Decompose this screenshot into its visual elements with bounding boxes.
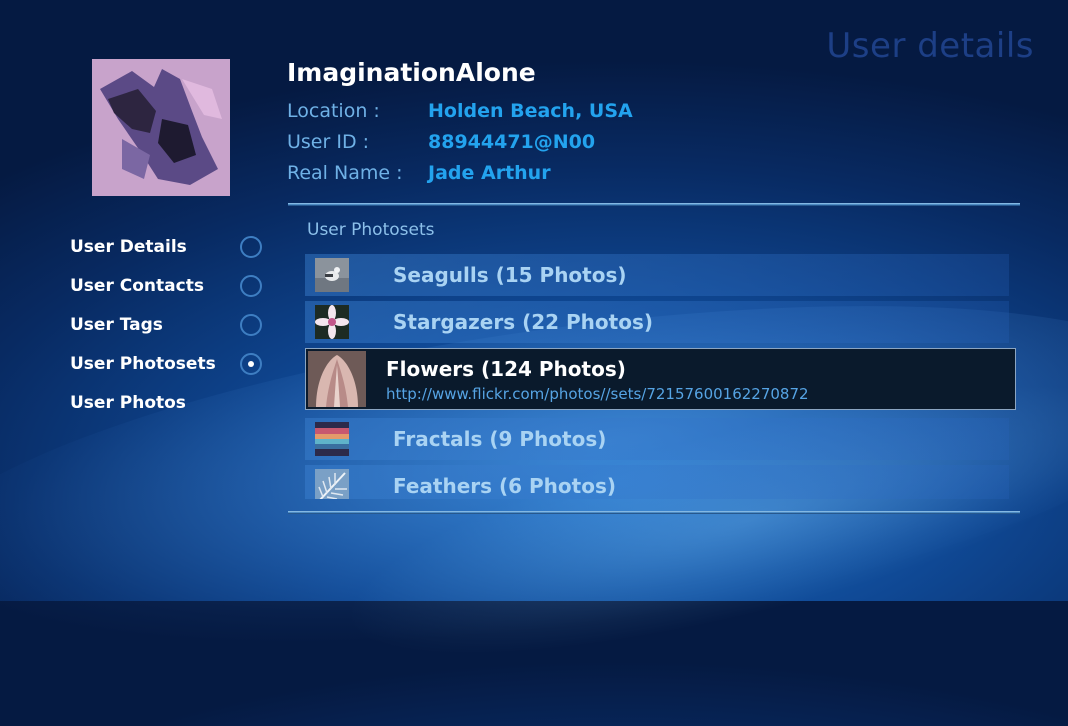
nav-item-label: User Photosets (70, 354, 216, 374)
location-row: Location : Holden Beach, USA (287, 100, 633, 122)
location-label: Location : (287, 100, 380, 122)
photoset-row-stargazers[interactable]: Stargazers (22 Photos) (305, 301, 1009, 343)
fractal-thumbnail (315, 422, 349, 456)
user-id-row: User ID : 88944471@N00 (287, 131, 595, 153)
nav-item-user-photosets[interactable]: User Photosets (70, 353, 270, 380)
real-name-row: Real Name : Jade Arthur (287, 162, 551, 184)
nav-item-user-details[interactable]: User Details (70, 236, 270, 263)
nav-item-user-tags[interactable]: User Tags (70, 314, 270, 341)
feather-thumbnail (315, 469, 349, 499)
photoset-row-seagulls[interactable]: Seagulls (15 Photos) (305, 254, 1009, 296)
radio-button[interactable] (240, 236, 262, 258)
user-id-value: 88944471@N00 (428, 131, 596, 153)
real-name-label: Real Name : (287, 162, 403, 184)
photoset-title: Flowers (124 Photos) (386, 357, 626, 381)
section-label: User Photosets (307, 220, 435, 240)
photoset-title: Fractals (9 Photos) (393, 427, 607, 451)
location-value: Holden Beach, USA (428, 100, 633, 122)
photoset-title: Feathers (6 Photos) (393, 474, 617, 498)
nav-item-user-photos[interactable]: User Photos (70, 393, 270, 419)
top-divider (288, 203, 1020, 206)
photoset-title: Stargazers (22 Photos) (393, 310, 653, 334)
nav-item-label: User Details (70, 237, 187, 257)
nav-item-label: User Photos (70, 393, 186, 413)
bottom-divider (288, 511, 1020, 514)
user-name: ImaginationAlone (287, 58, 536, 87)
avatar (92, 59, 230, 196)
photoset-row-flowers[interactable]: Flowers (124 Photos) http://www.flickr.c… (305, 348, 1016, 410)
tulip-thumbnail (308, 351, 366, 407)
photoset-row-feathers[interactable]: Feathers (6 Photos) (305, 465, 1009, 499)
photoset-url: http://www.flickr.com/photos//sets/72157… (386, 385, 809, 403)
nav-item-label: User Tags (70, 315, 163, 335)
photoset-title: Seagulls (15 Photos) (393, 263, 627, 287)
page-title: User details (826, 26, 1034, 66)
nav-item-user-contacts[interactable]: User Contacts (70, 275, 270, 302)
lily-thumbnail (315, 305, 349, 339)
radio-button[interactable] (240, 314, 262, 336)
seagull-thumbnail (315, 258, 349, 292)
radio-button-selected[interactable] (240, 353, 262, 375)
real-name-value: Jade Arthur (428, 162, 551, 184)
nav-item-label: User Contacts (70, 276, 204, 296)
photoset-row-fractals[interactable]: Fractals (9 Photos) (305, 418, 1009, 460)
radio-button[interactable] (240, 275, 262, 297)
user-id-label: User ID : (287, 131, 370, 153)
